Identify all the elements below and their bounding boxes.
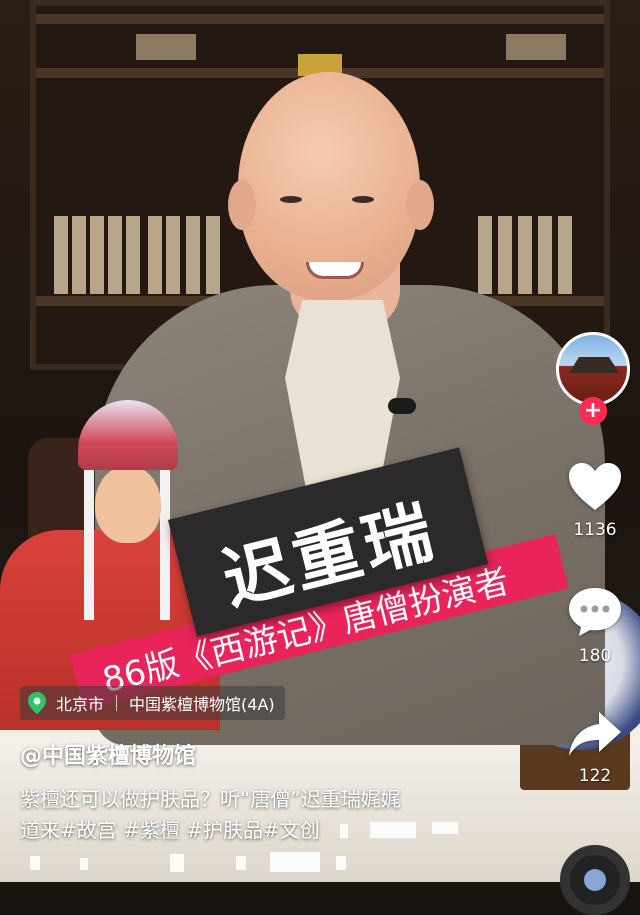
redacted-fragment: [170, 854, 184, 872]
book: [506, 34, 566, 60]
plus-icon: +: [583, 398, 603, 423]
eye: [352, 196, 374, 203]
comment-action[interactable]: 180: [555, 586, 635, 666]
location-pin-icon: [28, 692, 46, 714]
book: [126, 216, 140, 294]
share-action[interactable]: 122: [555, 710, 635, 786]
caption-line: 道来#故宫 #紫檀 #护肤品#文创: [20, 818, 320, 842]
ear: [228, 180, 256, 230]
book: [478, 216, 492, 294]
ear: [406, 180, 434, 230]
redacted-fragment: [80, 858, 88, 870]
location-tag[interactable]: 北京市 中国紫檀博物馆(4A): [20, 686, 285, 720]
share-count: 122: [578, 766, 612, 786]
author-name[interactable]: @中国紫檀博物馆: [20, 738, 196, 770]
follow-button[interactable]: +: [579, 397, 607, 425]
inset-ribbon: [84, 460, 94, 620]
creator-avatar[interactable]: [556, 332, 630, 406]
location-city: 北京市: [56, 695, 105, 714]
caption[interactable]: 紫檀还可以做护肤品？听“唐僧”迟重瑞娓娓 道来#故宫 #紫檀 #护肤品#文创: [20, 784, 490, 846]
comment-icon: [569, 588, 621, 636]
eye: [280, 196, 302, 203]
redacted-fragment: [236, 856, 246, 870]
redacted-fragment: [370, 822, 416, 838]
book: [498, 216, 512, 294]
caption-line: 紫檀还可以做护肤品？听“唐僧”迟重瑞娓娓: [20, 787, 401, 811]
book: [90, 216, 104, 294]
book: [206, 216, 220, 294]
like-count: 1136: [573, 520, 617, 540]
smile: [306, 262, 364, 279]
book: [558, 216, 572, 294]
inset-ribbon: [160, 460, 170, 620]
like-action[interactable]: 1136: [555, 462, 635, 540]
redacted-fragment: [340, 824, 348, 838]
avatar-building: [569, 357, 619, 373]
disc-cover: [584, 869, 606, 891]
book: [538, 216, 552, 294]
heart-icon: [569, 463, 621, 510]
book: [136, 34, 196, 60]
book: [72, 216, 86, 294]
music-disc[interactable]: [560, 845, 630, 915]
lapel-microphone: [388, 398, 416, 414]
redacted-fragment: [432, 822, 458, 834]
redacted-fragment: [30, 856, 40, 870]
redacted-fragment: [336, 856, 346, 870]
comment-count: 180: [578, 646, 612, 666]
redacted-fragment: [270, 852, 320, 872]
book: [108, 216, 122, 294]
location-divider: [116, 695, 118, 711]
book: [166, 216, 180, 294]
inset-face: [95, 465, 161, 543]
book: [148, 216, 162, 294]
share-icon: [569, 712, 621, 756]
book: [518, 216, 532, 294]
book: [186, 216, 200, 294]
location-place: 中国紫檀博物馆(4A): [129, 695, 275, 714]
shelf-board: [36, 14, 604, 24]
book: [54, 216, 68, 294]
